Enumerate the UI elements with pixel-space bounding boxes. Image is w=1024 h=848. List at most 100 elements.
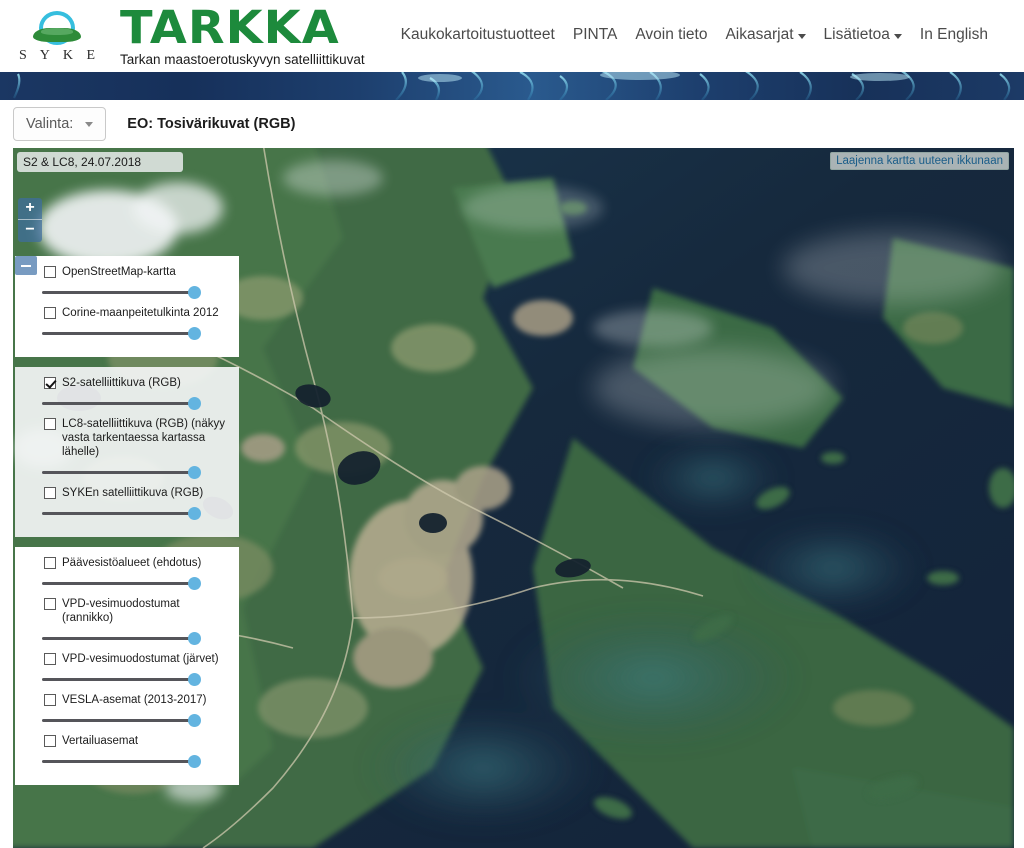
layer-row: Päävesistöalueet (ehdotus) bbox=[42, 556, 228, 592]
slider-thumb[interactable] bbox=[188, 673, 201, 686]
layer-opacity-slider-vertailuasemat[interactable] bbox=[42, 754, 228, 770]
layer-opacity-slider-lc8-satellite[interactable] bbox=[42, 465, 228, 481]
layer-label: VESLA-asemat (2013-2017) bbox=[62, 694, 207, 706]
nav-item-kaukokartoitustuotteet[interactable]: Kaukokartoitustuotteet bbox=[401, 26, 555, 44]
slider-thumb[interactable] bbox=[188, 327, 201, 340]
slider-track bbox=[42, 760, 193, 763]
layer-row: LC8-satelliittikuva (RGB) (näkyy vasta t… bbox=[42, 414, 228, 481]
layer-opacity-slider-vesla-asemat[interactable] bbox=[42, 713, 228, 729]
layer-checkbox-vpd-jarvet[interactable] bbox=[44, 653, 56, 665]
layer-checkbox-openstreetmap[interactable] bbox=[44, 266, 56, 278]
syke-emblem-icon bbox=[30, 9, 84, 47]
layer-label: VPD-vesimuodostumat (järvet) bbox=[62, 653, 219, 665]
layer-opacity-slider-corine[interactable] bbox=[42, 326, 228, 342]
slider-track bbox=[42, 582, 193, 585]
layer-row: VESLA-asemat (2013-2017) bbox=[42, 690, 228, 729]
layer-checkbox-vpd-rannikko[interactable] bbox=[44, 598, 56, 610]
slider-track bbox=[42, 512, 193, 515]
layer-checkbox-corine[interactable] bbox=[44, 307, 56, 319]
nav-label: Avoin tieto bbox=[635, 26, 708, 43]
slider-thumb[interactable] bbox=[188, 286, 201, 299]
nav-label: Kaukokartoitustuotteet bbox=[400, 26, 555, 43]
panel-divider bbox=[15, 357, 239, 367]
slider-track bbox=[42, 332, 193, 335]
layer-row: SYKEn satelliittikuva (RGB) bbox=[42, 483, 228, 522]
slider-thumb[interactable] bbox=[188, 466, 201, 479]
layer-control-panel: OpenStreetMap-kartta Corine-maanpeitetul… bbox=[15, 256, 239, 785]
map-date-label: S2 & LC8, 24.07.2018 bbox=[17, 152, 183, 172]
brand-title: TARKKA bbox=[120, 0, 340, 54]
panel-divider bbox=[15, 537, 239, 547]
nav-item-pinta[interactable]: PINTA bbox=[573, 26, 618, 44]
layer-row: Corine-maanpeitetulkinta 2012 bbox=[42, 303, 228, 342]
slider-thumb[interactable] bbox=[188, 507, 201, 520]
layer-opacity-slider-vpd-jarvet[interactable] bbox=[42, 672, 228, 688]
layer-label: OpenStreetMap-kartta bbox=[62, 266, 176, 278]
layer-label: LC8-satelliittikuva (RGB) (näkyy vasta t… bbox=[62, 418, 225, 458]
layer-label: Vertailuasemat bbox=[62, 735, 139, 747]
chevron-down-icon bbox=[85, 121, 94, 127]
slider-thumb[interactable] bbox=[188, 714, 201, 727]
layer-checkbox-paavesistoalueet[interactable] bbox=[44, 557, 56, 569]
main-navigation: Kaukokartoitustuotteet PINTA Avoin tieto… bbox=[401, 26, 988, 46]
layer-opacity-slider-s2-satellite[interactable] bbox=[42, 396, 228, 412]
zoom-in-button[interactable]: + bbox=[18, 198, 42, 220]
slider-track bbox=[42, 678, 193, 681]
nav-label: Aikasarjat bbox=[725, 26, 794, 43]
map-viewport[interactable]: S2 & LC8, 24.07.2018 Laajenna kartta uut… bbox=[13, 148, 1014, 848]
layer-label: Päävesistöalueet (ehdotus) bbox=[62, 557, 202, 569]
nav-item-avoin-tieto[interactable]: Avoin tieto bbox=[635, 26, 707, 44]
layer-checkbox-syke-satellite[interactable] bbox=[44, 487, 56, 499]
panel-collapse-button[interactable] bbox=[15, 256, 37, 275]
layer-label: VPD-vesimuodostumat (rannikko) bbox=[62, 598, 180, 624]
layer-opacity-slider-vpd-rannikko[interactable] bbox=[42, 631, 228, 647]
layer-group-basemaps: OpenStreetMap-kartta Corine-maanpeitetul… bbox=[15, 256, 239, 357]
layer-group-satellite: S2-satelliittikuva (RGB) LC8-satelliitti… bbox=[15, 367, 239, 537]
layer-checkbox-lc8-satellite[interactable] bbox=[44, 418, 56, 430]
layer-row: Vertailuasemat bbox=[42, 731, 228, 770]
chevron-down-icon bbox=[797, 34, 806, 39]
layer-opacity-slider-openstreetmap[interactable] bbox=[42, 285, 228, 301]
slider-track bbox=[42, 402, 193, 405]
nav-label: Lisätietoa bbox=[823, 26, 890, 43]
slider-track bbox=[42, 291, 193, 294]
slider-track bbox=[42, 637, 193, 640]
slider-thumb[interactable] bbox=[188, 632, 201, 645]
layer-row: S2-satelliittikuva (RGB) bbox=[42, 376, 228, 412]
layer-row: VPD-vesimuodostumat (järvet) bbox=[42, 649, 228, 688]
slider-thumb[interactable] bbox=[188, 577, 201, 590]
valinta-dropdown[interactable]: Valinta: bbox=[13, 107, 107, 141]
nav-label: In English bbox=[919, 26, 988, 43]
zoom-out-button[interactable]: − bbox=[18, 220, 42, 242]
layer-row: VPD-vesimuodostumat (rannikko) bbox=[42, 594, 228, 647]
slider-thumb[interactable] bbox=[188, 755, 201, 768]
layer-opacity-slider-paavesistoalueet[interactable] bbox=[42, 576, 228, 592]
expand-map-link[interactable]: Laajenna kartta uuteen ikkunaan bbox=[830, 152, 1009, 170]
layer-row: OpenStreetMap-kartta bbox=[42, 265, 228, 301]
layer-label: Corine-maanpeitetulkinta 2012 bbox=[62, 307, 219, 319]
syke-logo[interactable]: S Y K E bbox=[4, 9, 110, 64]
layer-label: SYKEn satelliittikuva (RGB) bbox=[62, 487, 204, 499]
chevron-down-icon bbox=[893, 34, 902, 39]
nav-label: PINTA bbox=[572, 26, 618, 43]
header-banner-image bbox=[0, 72, 1024, 100]
syke-logo-text: S Y K E bbox=[18, 47, 101, 63]
brand-block: TARKKA Tarkan maastoerotuskyvyn satellii… bbox=[120, 5, 365, 67]
map-toolbar: Valinta: EO: Tosivärikuvat (RGB) bbox=[0, 100, 1024, 148]
layer-opacity-slider-syke-satellite[interactable] bbox=[42, 506, 228, 522]
nav-item-in-english[interactable]: In English bbox=[920, 26, 988, 44]
slider-track bbox=[42, 719, 193, 722]
map-zoom-controls: + − bbox=[18, 198, 42, 242]
layer-checkbox-s2-satellite[interactable] bbox=[44, 377, 56, 389]
layer-checkbox-vertailuasemat[interactable] bbox=[44, 735, 56, 747]
layer-group-water-features: Päävesistöalueet (ehdotus) VPD-vesimuodo… bbox=[15, 547, 239, 785]
page-title: EO: Tosivärikuvat (RGB) bbox=[127, 116, 296, 132]
slider-thumb[interactable] bbox=[188, 397, 201, 410]
nav-item-lisatietoa[interactable]: Lisätietoa bbox=[824, 26, 902, 44]
slider-track bbox=[42, 471, 193, 474]
layer-checkbox-vesla-asemat[interactable] bbox=[44, 694, 56, 706]
brand-subtitle: Tarkan maastoerotuskyvyn satelliittikuva… bbox=[120, 51, 365, 67]
site-header: S Y K E TARKKA Tarkan maastoerotuskyvyn … bbox=[0, 0, 1024, 72]
valinta-dropdown-label: Valinta: bbox=[26, 116, 74, 132]
nav-item-aikasarjat[interactable]: Aikasarjat bbox=[725, 26, 806, 44]
